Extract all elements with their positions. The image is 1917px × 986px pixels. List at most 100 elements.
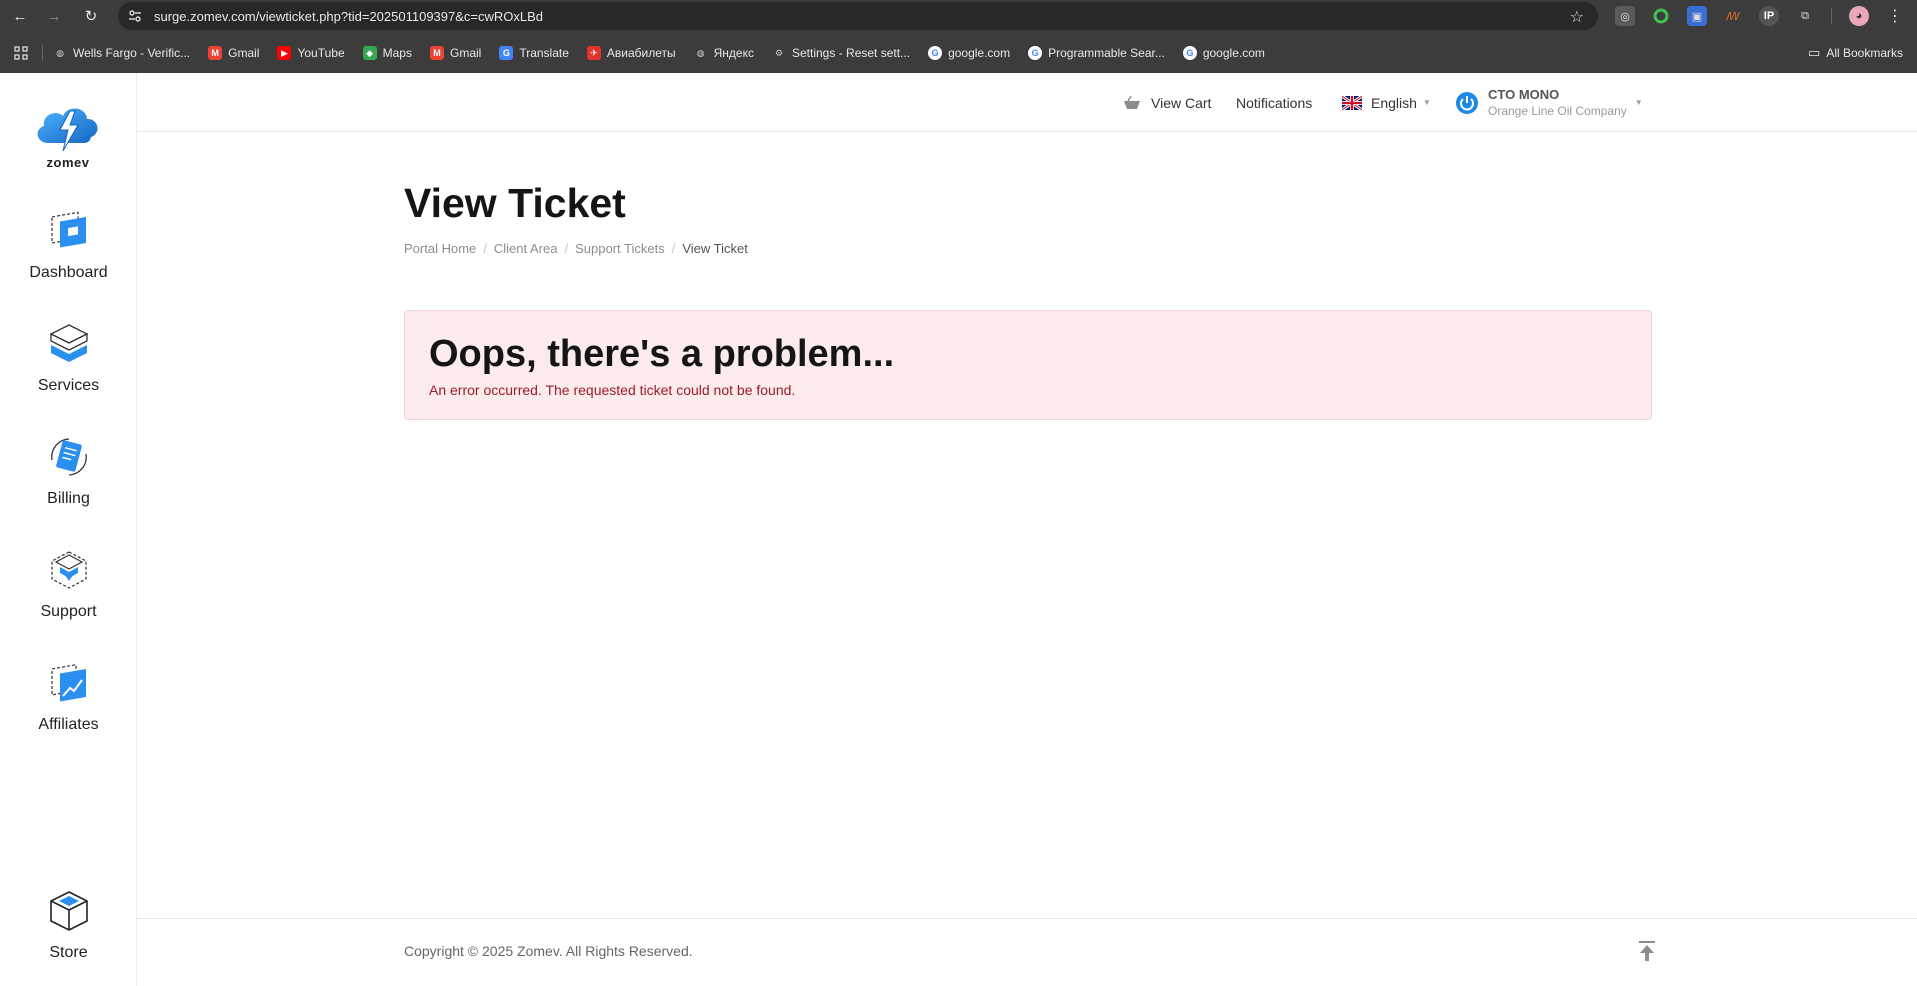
user-name: CTO MONO xyxy=(1488,87,1560,102)
bookmark-item[interactable]: Ggoogle.com xyxy=(928,46,1010,60)
apps-grid-icon[interactable] xyxy=(14,46,28,60)
view-cart-button[interactable]: View Cart xyxy=(1122,73,1211,132)
profile-avatar-icon[interactable]: ◕ xyxy=(1849,6,1869,26)
bookmark-item[interactable]: G Translate xyxy=(499,46,569,60)
dashboard-icon xyxy=(50,211,86,248)
bookmark-item[interactable]: ◍ Wells Fargo - Verific... xyxy=(53,46,190,60)
breadcrumb-view-ticket: View Ticket xyxy=(682,241,748,256)
breadcrumb-support-tickets[interactable]: Support Tickets xyxy=(575,241,665,256)
gmail-icon: M xyxy=(208,46,223,60)
footer: Copyright © 2025 Zomev. All Rights Reser… xyxy=(137,918,1917,986)
bookmark-item[interactable]: ✈ Авиабилеты xyxy=(586,46,676,60)
globe-icon: ◍ xyxy=(56,47,64,58)
all-bookmarks-button[interactable]: ▭ All Bookmarks xyxy=(1808,40,1903,66)
bookmark-label: Яндекс xyxy=(713,46,754,60)
copyright-text: Copyright © 2025 Zomev. All Rights Reser… xyxy=(404,943,693,959)
google-icon: G xyxy=(928,46,943,60)
sidebar-item-billing[interactable]: Billing xyxy=(0,434,137,534)
extensions-puzzle-icon[interactable]: ⧉ xyxy=(1795,6,1815,26)
bookmark-item[interactable]: ⚙ Settings - Reset sett... xyxy=(772,46,910,60)
bookmark-label: Settings - Reset sett... xyxy=(792,46,911,60)
sidebar-item-services[interactable]: Services xyxy=(0,321,137,421)
sidebar-item-support[interactable]: Support xyxy=(0,547,137,647)
maps-icon: ◆ xyxy=(362,46,377,60)
error-alert: Oops, there's a problem... An error occu… xyxy=(404,310,1652,420)
reload-icon[interactable]: ↻ xyxy=(79,4,103,28)
bookmark-label: Gmail xyxy=(228,46,260,60)
extension-icon[interactable]: ◎ xyxy=(1615,6,1635,26)
company-name: Orange Line Oil Company xyxy=(1488,104,1627,118)
breadcrumb-client-area[interactable]: Client Area xyxy=(494,241,558,256)
sidebar-item-label: Services xyxy=(37,377,100,394)
zomev-logo[interactable]: zomev xyxy=(30,97,106,170)
page-title: View Ticket xyxy=(404,180,626,226)
notifications-label: Notifications xyxy=(1236,94,1313,111)
sidebar-item-label: Support xyxy=(40,603,97,620)
browser-menu-icon[interactable]: ⋮ xyxy=(1885,6,1905,26)
youtube-icon: ▶ xyxy=(277,46,292,60)
alert-title: Oops, there's a problem... xyxy=(429,333,895,375)
bookmark-item[interactable]: M Gmail xyxy=(429,46,481,60)
bookmark-item[interactable]: G Programmable Sear... xyxy=(1028,46,1165,60)
logo-text: zomev xyxy=(46,155,90,170)
breadcrumb-separator: / xyxy=(483,241,487,256)
language-label: English xyxy=(1371,94,1417,111)
extension-ip-icon[interactable]: IP xyxy=(1759,6,1779,26)
basket-icon xyxy=(1124,95,1140,109)
address-bar[interactable]: surge.zomev.com/viewticket.php?tid=20250… xyxy=(118,2,1598,30)
url-text[interactable]: surge.zomev.com/viewticket.php?tid=20250… xyxy=(154,9,543,24)
language-selector[interactable]: English ▼ xyxy=(1342,73,1431,132)
store-icon xyxy=(49,891,88,931)
bookmark-label: google.com xyxy=(1202,46,1265,60)
bookmark-item[interactable]: ◍ Яндекс xyxy=(694,46,754,60)
bookmarks-divider xyxy=(42,45,43,61)
bookmark-item[interactable]: ▶ YouTube xyxy=(277,46,345,60)
bookmark-label: Авиабилеты xyxy=(606,46,676,60)
view-cart-label: View Cart xyxy=(1151,94,1212,111)
browser-chrome: ← → ↻ surge.zomev.com/viewticket.php?tid… xyxy=(0,0,1917,73)
sidebar-item-label: Affiliates xyxy=(38,716,99,733)
user-menu[interactable]: CTO MONO Orange Line Oil Company ▼ xyxy=(1455,73,1643,132)
sidebar: zomev Dashboard Services Billing Support… xyxy=(0,73,137,986)
tickets-icon: ✈ xyxy=(586,46,601,60)
alert-message: An error occurred. The requested ticket … xyxy=(429,382,796,398)
sidebar-item-label: Store xyxy=(49,944,88,961)
uk-flag-icon xyxy=(1342,95,1362,110)
gmail-icon: M xyxy=(429,46,444,60)
extension-signature-icon[interactable]: ꟿ xyxy=(1723,6,1743,26)
cloud-lightning-icon xyxy=(37,108,98,152)
chevron-down-icon: ▼ xyxy=(1422,98,1431,107)
sidebar-item-store[interactable]: Store xyxy=(0,888,137,986)
bookmark-star-icon[interactable]: ☆ xyxy=(1570,7,1584,27)
address-row: ← → ↻ surge.zomev.com/viewticket.php?tid… xyxy=(0,0,1917,32)
sidebar-item-label: Billing xyxy=(47,490,90,507)
extension-refresh-icon[interactable] xyxy=(1651,6,1671,26)
sidebar-item-label: Dashboard xyxy=(29,264,108,281)
bookmark-label: YouTube xyxy=(297,46,345,60)
bookmark-list: ◍ Wells Fargo - Verific... M Gmail ▶ YouTube ◆… xyxy=(53,46,1283,60)
forward-icon[interactable]: → xyxy=(42,4,66,28)
site-info-icon[interactable] xyxy=(128,9,142,23)
bookmark-label: Programmable Sear... xyxy=(1048,46,1165,60)
notifications-button[interactable]: Notifications xyxy=(1236,73,1312,132)
sidebar-item-dashboard[interactable]: Dashboard xyxy=(0,208,137,308)
gear-icon: ⚙ xyxy=(774,47,784,58)
back-to-top-icon[interactable] xyxy=(1637,939,1657,963)
bookmark-item[interactable]: ◆ Maps xyxy=(362,46,412,60)
bookmark-item[interactable]: M Gmail xyxy=(208,46,259,60)
affiliates-icon xyxy=(50,664,86,702)
translate-icon: G xyxy=(499,46,514,60)
all-bookmarks-label: All Bookmarks xyxy=(1826,46,1903,60)
sidebar-item-affiliates[interactable]: Affiliates xyxy=(0,660,137,760)
power-icon xyxy=(1456,91,1478,114)
globe-icon: ◍ xyxy=(696,47,705,58)
bookmark-label: Translate xyxy=(519,46,569,60)
breadcrumb-separator: / xyxy=(564,241,569,256)
bookmark-label: Wells Fargo - Verific... xyxy=(73,46,191,60)
breadcrumb: Portal Home / Client Area / Support Tick… xyxy=(404,241,748,256)
top-bar: View Cart Notifications English ▼ CTO MO… xyxy=(137,73,1917,132)
breadcrumb-portal-home[interactable]: Portal Home xyxy=(404,241,476,256)
back-icon[interactable]: ← xyxy=(8,4,32,28)
bookmark-item[interactable]: Ggoogle.com xyxy=(1182,46,1265,60)
extension-save-icon[interactable]: ▣ xyxy=(1687,6,1707,26)
